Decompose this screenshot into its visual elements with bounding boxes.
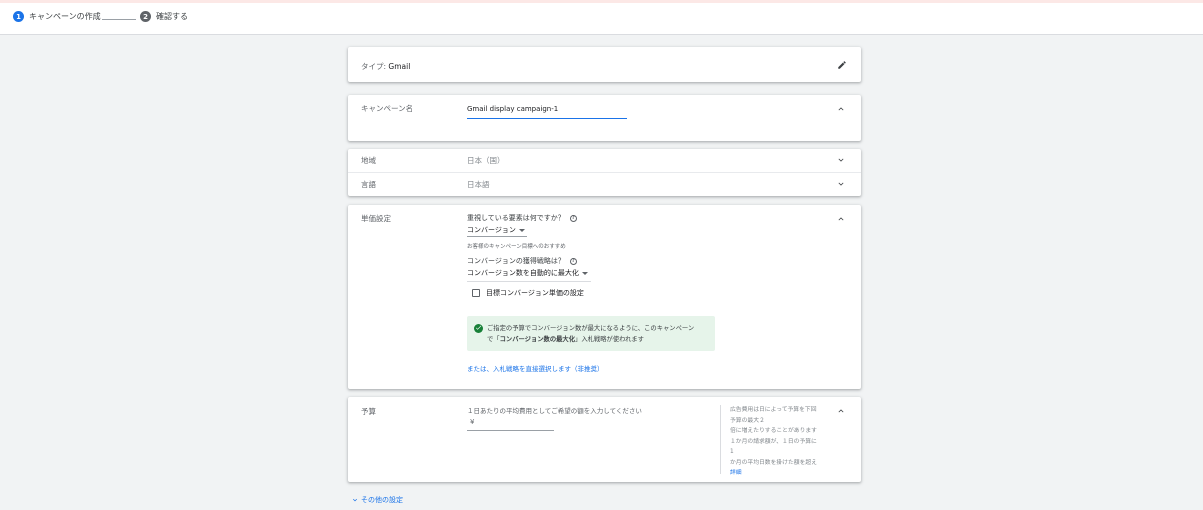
step-connector (102, 19, 136, 20)
manual-strategy-link[interactable]: または、入札戦略を直接選択します（非推奨） (467, 363, 604, 373)
budget-label: 予算 (361, 407, 376, 416)
budget-side-note: 広告費用は日によって予算を下回 予算の最大２ 倍に増えたりすることがあります １… (730, 405, 833, 479)
chevron-down-icon[interactable] (836, 155, 846, 165)
step-label: キャンペーンの作成 (29, 12, 101, 21)
campaign-type-card: タイプ: Gmail (348, 47, 861, 82)
info-text-line2: で「コンバージョン数の最大化」入札戦略が使われます (487, 336, 644, 343)
info-bold-strategy: コンバージョン数の最大化 (499, 336, 576, 343)
bidding-label: 単価設定 (361, 214, 391, 223)
step-label: 確認する (156, 12, 188, 21)
chevron-up-icon[interactable] (836, 406, 846, 416)
target-cpa-label: 目標コンバージョン単価の設定 (486, 289, 584, 297)
side-note-line: 1 (730, 449, 734, 455)
strategy-dropdown[interactable]: コンバージョン数を自動的に最大化 (467, 268, 588, 278)
details-link[interactable]: 詳細 (730, 468, 833, 479)
language-value: 日本語 (467, 180, 490, 189)
stepper: 1 キャンペーンの作成 2 確認する (0, 3, 1203, 35)
check-circle-icon (474, 324, 483, 333)
chevron-down-icon[interactable] (836, 179, 846, 189)
focus-dropdown[interactable]: コンバージョン (467, 225, 525, 235)
bidding-card: 単価設定 重視している要素は何ですか？? コンバージョン お客様のキャンペーン目… (348, 205, 861, 389)
strategy-question: コンバージョンの獲得戦略は？? (467, 256, 577, 266)
currency-symbol: ¥ (470, 418, 475, 426)
info-box: ご指定の予算でコンバージョン数が最大になるように、このキャンペーン で「コンバー… (467, 316, 715, 351)
campaign-name-card: キャンペーン名 Gmail display campaign-1 (348, 95, 861, 141)
step-create-campaign[interactable]: 1 キャンペーンの作成 (13, 11, 101, 22)
edit-icon[interactable] (837, 60, 847, 70)
recommend-note: お客様のキャンペーン目標へのおすすめ (467, 244, 566, 250)
help-icon[interactable]: ? (569, 214, 577, 222)
dropdown-underline (467, 236, 527, 237)
other-settings-label: その他の設定 (361, 496, 403, 504)
target-cpa-checkbox-row[interactable]: 目標コンバージョン単価の設定 (472, 288, 584, 298)
chevron-up-icon[interactable] (836, 214, 846, 224)
info-text-line1: ご指定の予算でコンバージョン数が最大になるように、このキャンペーン (487, 325, 695, 332)
budget-input[interactable] (467, 430, 554, 431)
campaign-name-input[interactable]: Gmail display campaign-1 (467, 105, 627, 119)
side-note-line: か月の平均日数を掛けた額を超え (730, 459, 817, 466)
step-number: 1 (13, 11, 24, 22)
language-label: 言語 (361, 180, 376, 189)
dropdown-underline (467, 281, 591, 282)
location-language-card: 地域 日本（国） 言語 日本語 (348, 149, 861, 196)
type-label: タイプ: Gmail (361, 62, 411, 71)
checkbox[interactable] (472, 289, 480, 297)
location-value: 日本（国） (467, 156, 505, 165)
side-note-line: 広告費用は日によって予算を下回 (730, 407, 817, 413)
side-divider (720, 405, 721, 474)
other-settings-toggle[interactable]: その他の設定 (351, 495, 403, 505)
step-number: 2 (140, 11, 151, 22)
dropdown-arrow-icon (518, 228, 525, 232)
side-note-line: １か月の請求額が、１日の予算に (730, 438, 817, 445)
step-confirm[interactable]: 2 確認する (140, 11, 188, 22)
dropdown-arrow-icon (581, 271, 588, 275)
help-icon[interactable]: ? (569, 257, 577, 265)
chevron-down-icon (351, 496, 359, 504)
budget-prompt: １日あたりの平均費用としてご希望の額を入力してください (467, 407, 642, 415)
budget-card: 予算 １日あたりの平均費用としてご希望の額を入力してください ¥ 広告費用は日に… (348, 397, 861, 482)
chevron-up-icon[interactable] (836, 104, 846, 114)
campaign-name-label: キャンペーン名 (361, 104, 414, 113)
location-label: 地域 (361, 156, 376, 165)
row-divider (348, 172, 861, 173)
side-note-line: 倍に増えたりすることがあります (730, 428, 817, 434)
side-note-line: 予算の最大２ (730, 417, 765, 424)
type-value: Gmail (388, 62, 411, 71)
focus-question: 重視している要素は何ですか？? (467, 213, 577, 223)
